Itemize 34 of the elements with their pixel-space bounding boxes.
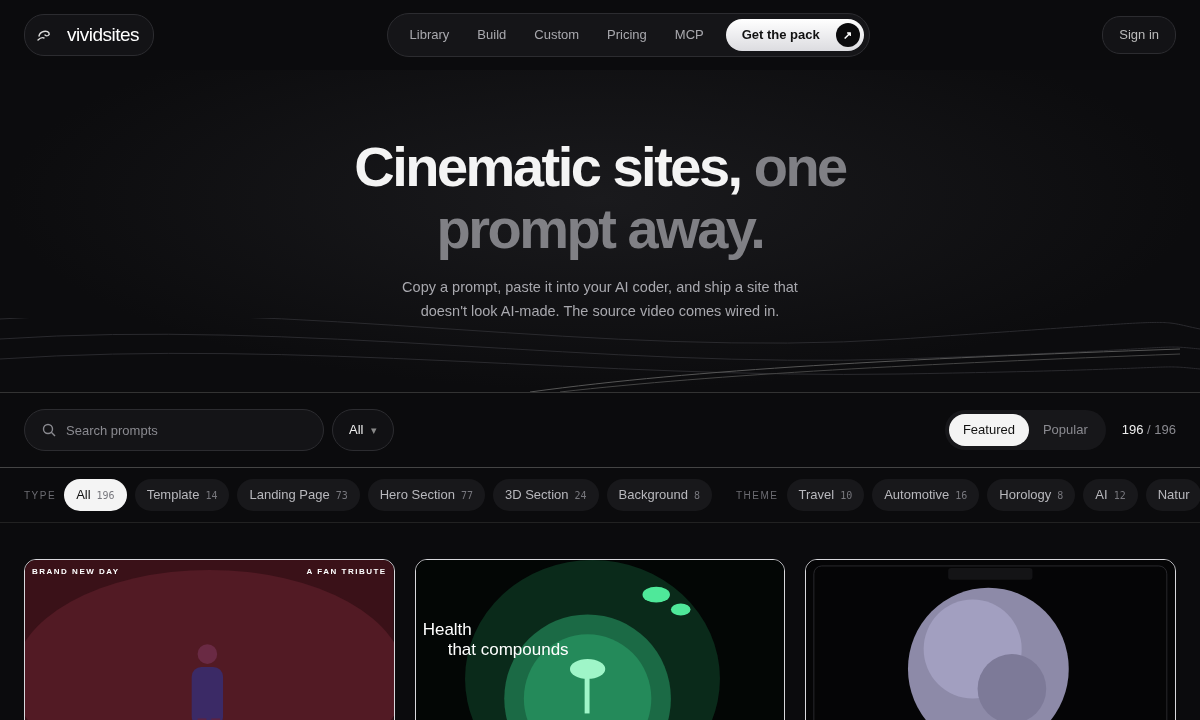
filter-chip[interactable]: Background 8 <box>606 479 712 511</box>
nav-link[interactable]: MCP <box>660 19 718 51</box>
brand-logo[interactable]: vividsites <box>24 13 155 57</box>
nav-link[interactable]: Custom <box>520 19 594 51</box>
get-pack-button[interactable]: Get the pack ↗ <box>725 19 864 51</box>
filter-chip[interactable]: Template 14 <box>134 479 230 511</box>
filter-chip[interactable]: Horology 8 <box>987 479 1076 511</box>
filter-chip[interactable]: 3D Section 24 <box>492 479 599 511</box>
nav-link[interactable]: Library <box>395 19 464 51</box>
filter-chip[interactable]: All 196 <box>64 479 127 511</box>
overlay-text: that compounds <box>447 639 569 661</box>
nav-link[interactable]: Build <box>463 19 521 51</box>
sign-in-button[interactable]: Sign in <box>1102 16 1176 54</box>
hero-subtitle: Copy a prompt, paste it into your AI coder, and ship a site that doesn't look AI-made. The source video comes wired in. <box>401 278 799 322</box>
nav-link[interactable]: Pricing <box>593 19 661 51</box>
sort-tab[interactable]: Popular <box>1028 414 1102 446</box>
overlay-text: Health <box>422 619 472 641</box>
overlay-text: A FAN TRIBUTE <box>306 566 387 578</box>
overlay-text: BRAND NEW DAY <box>32 566 120 578</box>
result-count: 196 / 196 <box>1121 421 1176 440</box>
group-label: TYPE <box>24 488 57 503</box>
hero-title: Cinematic sites, one prompt away. <box>353 136 847 260</box>
filter-chip[interactable]: Automotive 16 <box>872 479 980 511</box>
filter-chip[interactable]: Landing Page 73 <box>237 479 360 511</box>
sort-tab[interactable]: Featured <box>948 414 1029 446</box>
logo-icon <box>37 29 51 41</box>
filter-chip[interactable]: Hero Section 77 <box>367 479 485 511</box>
search-field[interactable]: Search prompts <box>24 409 324 451</box>
filter-chip[interactable]: Travel 10 <box>786 479 865 511</box>
group-label: THEME <box>736 488 779 503</box>
caret-icon: ▾ <box>371 424 378 437</box>
filter-chip[interactable]: AI 12 <box>1083 479 1138 511</box>
filter-chip[interactable]: Natur <box>1145 479 1200 511</box>
filter-dropdown[interactable]: All ▾ <box>332 409 395 451</box>
